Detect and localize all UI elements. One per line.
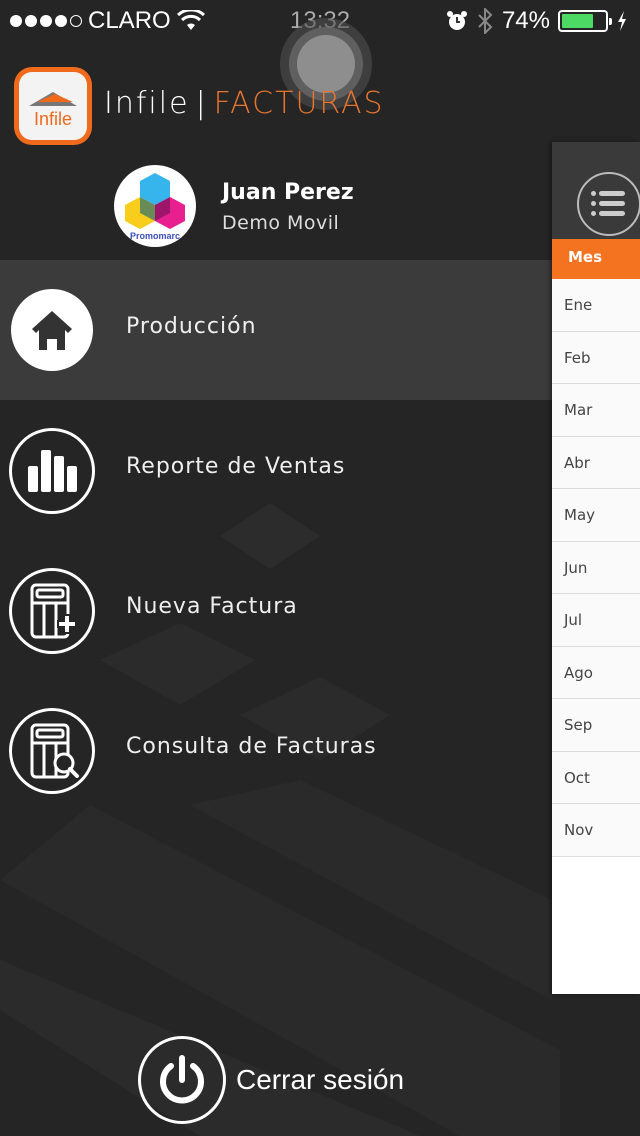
battery-fill: [562, 14, 594, 28]
avatar-caption: Promomarc: [129, 231, 181, 241]
app-title: Infile | FACTURAS: [104, 86, 385, 121]
column-header-mes[interactable]: Mes: [552, 239, 640, 279]
invoice-search-icon: [9, 708, 95, 794]
month-row[interactable]: Ene: [552, 279, 640, 332]
product-name: FACTURAS: [213, 86, 385, 121]
month-row[interactable]: Jun: [552, 541, 640, 594]
month-row[interactable]: Mar: [552, 384, 640, 437]
app-logo: Infile: [14, 67, 92, 145]
home-icon: [11, 289, 93, 371]
logout-button[interactable]: Cerrar sesión: [138, 1036, 404, 1124]
menu-label: Reporte de Ventas: [126, 454, 346, 479]
avatar: Promomarc: [114, 165, 196, 247]
battery-percent: 74%: [501, 7, 550, 34]
month-row[interactable]: Oct: [552, 751, 640, 804]
menu-item-nueva-factura[interactable]: Nueva Factura: [0, 540, 552, 680]
wifi-icon: [176, 10, 205, 30]
list-icon[interactable]: [577, 172, 640, 236]
carrier-name: CLARO: [88, 7, 171, 34]
bolt-icon: [618, 11, 626, 31]
main-content-panel: Mes Ene Feb Mar Abr May Jun Jul Ago Sep Oct Nov: [552, 142, 640, 994]
invoice-add-icon: [9, 568, 95, 654]
month-row[interactable]: Ago: [552, 646, 640, 699]
month-row[interactable]: May: [552, 489, 640, 542]
signal-strength: [10, 15, 82, 27]
logout-label: Cerrar sesión: [236, 1064, 405, 1095]
menu-item-reporte-ventas[interactable]: Reporte de Ventas: [0, 400, 552, 540]
menu-item-consulta-facturas[interactable]: Consulta de Facturas: [0, 680, 552, 820]
battery-icon: [558, 10, 612, 32]
month-row[interactable]: Abr: [552, 436, 640, 489]
brand-name: Infile: [104, 86, 190, 121]
bar-chart-icon: [9, 428, 95, 514]
user-name: Juan Perez: [222, 180, 354, 205]
month-row[interactable]: Nov: [552, 804, 640, 857]
month-row[interactable]: Sep: [552, 699, 640, 752]
menu-label: Nueva Factura: [126, 594, 298, 619]
logo-text: Infile: [33, 109, 73, 129]
month-row[interactable]: Jul: [552, 594, 640, 647]
menu-label: Producción: [126, 314, 257, 339]
menu-item-produccion[interactable]: Producción: [0, 260, 552, 400]
month-row[interactable]: Feb: [552, 331, 640, 384]
title-separator: |: [195, 86, 208, 121]
bluetooth-icon: [478, 8, 493, 34]
power-icon: [138, 1036, 226, 1124]
user-company: Demo Movil: [222, 212, 340, 234]
panel-header: [552, 142, 640, 239]
month-list: Ene Feb Mar Abr May Jun Jul Ago Sep Oct Nov: [552, 279, 640, 857]
alarm-icon: [446, 11, 467, 30]
menu-label: Consulta de Facturas: [126, 734, 377, 759]
